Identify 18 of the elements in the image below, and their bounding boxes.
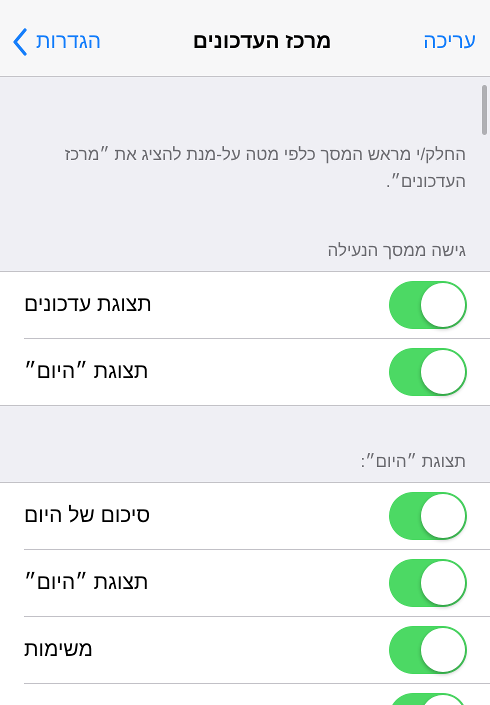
toggle-switch[interactable] — [389, 626, 467, 674]
toggle-switch[interactable] — [389, 492, 467, 540]
section-header: תצוגת ״היום״: — [360, 452, 466, 472]
instruction-text: החלק/י מראש המסך כלפי מטה על-מנת להציג את ״מרכז העדכונים״. — [64, 144, 466, 193]
edit-button[interactable]: עריכה — [423, 30, 476, 54]
setting-label: תצוגת עדכונים — [24, 293, 152, 317]
setting-label: סיכום של היום — [24, 504, 150, 528]
nav-title: מרכז העדכונים — [192, 30, 332, 54]
back-chevron-icon — [12, 28, 28, 56]
section-header: גישה ממסך הנעילה — [326, 241, 466, 261]
toggle-switch[interactable] — [389, 281, 467, 329]
setting-label: תצוגת ״היום״ — [24, 571, 148, 595]
setting-label: תצוגת ״היום״ — [24, 360, 148, 384]
toggle-switch[interactable] — [389, 559, 467, 607]
toggle-switch[interactable] — [389, 348, 467, 396]
scroll-indicator — [482, 85, 487, 135]
back-button[interactable]: הגדרות — [12, 28, 102, 56]
setting-label: משימות — [24, 638, 93, 662]
